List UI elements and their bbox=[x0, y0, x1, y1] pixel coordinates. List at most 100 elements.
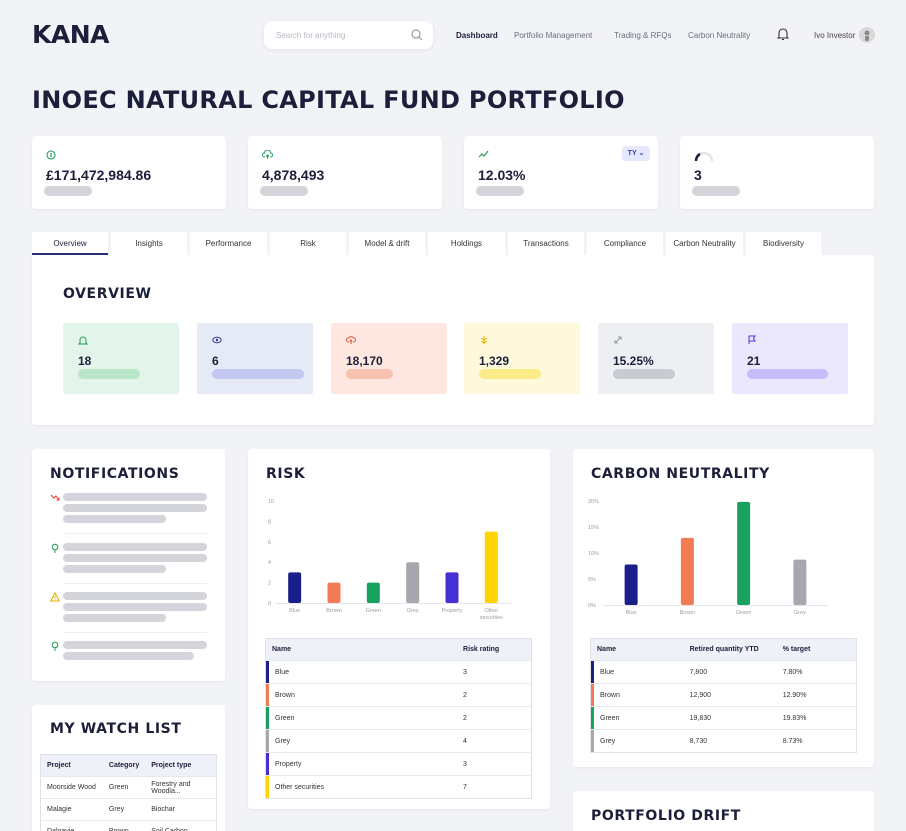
table-header-row: Project Category Project type bbox=[40, 754, 217, 777]
column-header[interactable]: Name bbox=[590, 638, 684, 661]
bell-icon[interactable] bbox=[777, 27, 789, 41]
cell-text: Blue bbox=[275, 668, 290, 676]
table-cell: 3 bbox=[457, 752, 532, 776]
table-row[interactable]: Brown 12,900 12.90% bbox=[590, 683, 857, 707]
table-row[interactable]: Blue 3 bbox=[265, 660, 532, 684]
x-tick-label: Green bbox=[366, 608, 381, 614]
table-row[interactable]: Property 3 bbox=[265, 752, 532, 776]
flag-icon bbox=[748, 335, 756, 344]
notification-placeholder-line bbox=[63, 504, 207, 512]
kpi-placeholder-bar bbox=[44, 186, 92, 196]
notification-placeholder-line bbox=[63, 565, 166, 573]
table-row[interactable]: Moorside Wood Green Forestry and Woodla... bbox=[40, 776, 217, 799]
y-tick-label: 6 bbox=[268, 540, 271, 546]
table-row[interactable]: Green 19,830 19.83% bbox=[590, 706, 857, 730]
notification-placeholder-line bbox=[63, 603, 207, 611]
table-cell: Property bbox=[265, 752, 458, 776]
color-swatch bbox=[591, 730, 594, 752]
column-header[interactable]: % target bbox=[776, 638, 857, 661]
bar-brown bbox=[680, 537, 694, 605]
notification-placeholder-line bbox=[63, 543, 207, 551]
color-swatch bbox=[591, 661, 594, 683]
table-row[interactable]: Blue 7,800 7.80% bbox=[590, 660, 857, 684]
tab-biodiversity[interactable]: Biodiversity bbox=[746, 232, 821, 255]
y-tick-label: 8 bbox=[268, 519, 271, 525]
search-box[interactable] bbox=[264, 21, 433, 49]
risk-title: RISK bbox=[266, 466, 306, 482]
nav-portfolio-management[interactable]: Portfolio Management bbox=[514, 31, 592, 40]
table-cell: Green bbox=[265, 706, 458, 730]
bar-green bbox=[737, 501, 751, 605]
overview-stat-expand[interactable]: 15.25% bbox=[598, 323, 714, 394]
y-tick-label: 2 bbox=[268, 581, 271, 587]
kpi-value: 4,878,493 bbox=[262, 167, 325, 183]
table-cell: Soil Carbon bbox=[145, 820, 217, 831]
tab-overview[interactable]: Overview bbox=[32, 232, 108, 255]
table-cell: Forestry and Woodla... bbox=[145, 776, 217, 799]
table-row[interactable]: Brown 2 bbox=[265, 683, 532, 707]
user-name[interactable]: Ivo Investor bbox=[814, 31, 855, 40]
overview-stat-value: 18,170 bbox=[346, 354, 383, 368]
column-header[interactable]: Project bbox=[40, 754, 103, 777]
table-row[interactable]: Grey 8,730 8.73% bbox=[590, 729, 857, 753]
tab-model-drift[interactable]: Model & drift bbox=[349, 232, 425, 255]
color-swatch bbox=[266, 661, 269, 683]
period-selector[interactable]: TY ⌄ bbox=[622, 146, 650, 161]
table-row[interactable]: DalgavieBrownSoil Carbon bbox=[40, 820, 217, 831]
overview-stat-flag[interactable]: 21 bbox=[732, 323, 848, 394]
overview-stat-cloud-upload[interactable]: 18,170 bbox=[331, 323, 447, 394]
table-cell: Other securities bbox=[265, 775, 458, 799]
nav-trading-rfqs[interactable]: Trading & RFQs bbox=[614, 31, 672, 40]
y-tick-label: 0% bbox=[588, 603, 596, 609]
kpi-placeholder-bar bbox=[692, 186, 740, 196]
column-header[interactable]: Project type bbox=[145, 754, 217, 777]
bar-other-securities bbox=[484, 531, 498, 603]
x-tick-label: Brown bbox=[680, 610, 696, 616]
watchlist-table: Project Category Project type Moorside Wood… bbox=[40, 754, 217, 831]
overview-stat-leaf[interactable]: 1,329 bbox=[464, 323, 580, 394]
overview-placeholder-bar bbox=[346, 369, 393, 379]
overview-placeholder-bar bbox=[212, 369, 304, 379]
column-header[interactable]: Name bbox=[265, 638, 458, 661]
search-icon[interactable] bbox=[411, 29, 423, 41]
tab-risk[interactable]: Risk bbox=[270, 232, 346, 255]
bar-green bbox=[366, 582, 380, 603]
avatar[interactable] bbox=[859, 27, 875, 43]
kana-logo[interactable]: KANA bbox=[32, 20, 110, 49]
cell-text: Brown bbox=[275, 691, 295, 699]
table-cell: Dalgavie bbox=[40, 820, 103, 831]
overview-stat-bell[interactable]: 18 bbox=[63, 323, 179, 394]
column-header[interactable]: Retired quantity YTD bbox=[683, 638, 777, 661]
tab-insights[interactable]: Insights bbox=[111, 232, 187, 255]
y-tick-label: 20% bbox=[588, 499, 599, 505]
nav-dashboard[interactable]: Dashboard bbox=[456, 31, 498, 40]
column-header[interactable]: Risk rating bbox=[457, 638, 532, 661]
table-cell: 8.73% bbox=[776, 729, 857, 753]
color-swatch bbox=[266, 684, 269, 706]
period-label: TY bbox=[627, 150, 637, 157]
tab-performance[interactable]: Performance bbox=[190, 232, 267, 255]
tab-carbon-neutrality[interactable]: Carbon Neutrality bbox=[666, 232, 743, 255]
tab-compliance[interactable]: Compliance bbox=[587, 232, 663, 255]
table-row[interactable]: Malagie Grey Biochar bbox=[40, 798, 217, 821]
color-swatch bbox=[266, 776, 269, 798]
search-input[interactable] bbox=[276, 30, 396, 40]
notification-placeholder-line bbox=[63, 652, 194, 660]
table-cell: Moorside Wood bbox=[40, 776, 103, 799]
tab-transactions[interactable]: Transactions bbox=[508, 232, 584, 255]
cloud-upload-icon bbox=[346, 336, 356, 344]
bulb-icon bbox=[51, 641, 59, 651]
table-row[interactable]: Other securities 7 bbox=[265, 775, 532, 799]
x-tick-label: securities bbox=[480, 615, 503, 621]
nav-carbon-neutrality[interactable]: Carbon Neutrality bbox=[688, 31, 750, 40]
overview-stat-eye[interactable]: 6 bbox=[197, 323, 313, 394]
y-tick-label: 0 bbox=[268, 601, 271, 607]
table-cell: Green bbox=[590, 706, 684, 730]
notification-placeholder-line bbox=[63, 515, 166, 523]
table-row[interactable]: Grey 4 bbox=[265, 729, 532, 753]
x-tick-label: Blue bbox=[626, 610, 637, 616]
column-header[interactable]: Category bbox=[102, 754, 146, 777]
table-cell: Blue bbox=[265, 660, 458, 684]
tab-holdings[interactable]: Holdings bbox=[428, 232, 505, 255]
table-row[interactable]: Green 2 bbox=[265, 706, 532, 730]
